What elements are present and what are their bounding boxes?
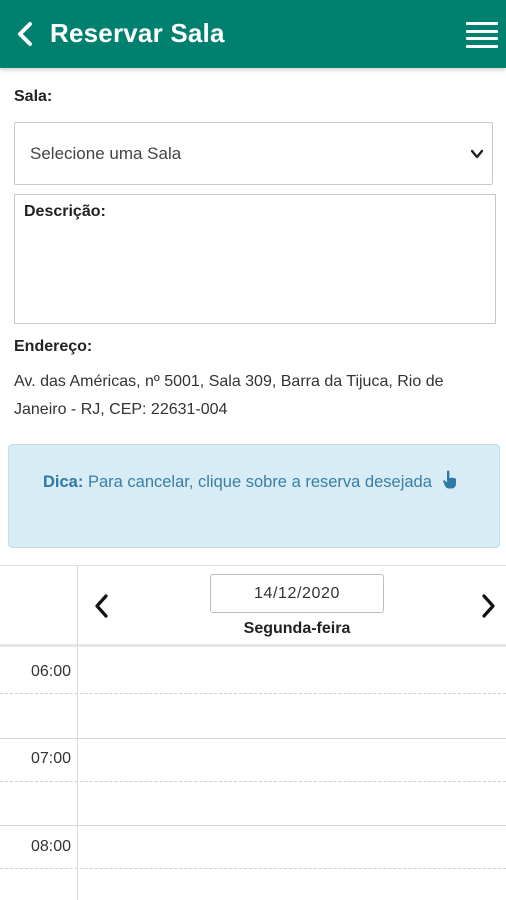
chevron-down-icon — [470, 149, 484, 159]
room-label: Sala: — [14, 88, 53, 105]
next-day-button[interactable] — [474, 590, 502, 622]
time-slot[interactable] — [78, 826, 506, 868]
address-text: Av. das Américas, nº 5001, Sala 309, Bar… — [14, 373, 444, 418]
tip-label: Dica: — [43, 473, 84, 491]
description-label: Descrição: — [24, 203, 106, 220]
hour-label: 07:00 — [30, 750, 71, 767]
time-slot[interactable] — [78, 694, 506, 738]
description-field[interactable]: Descrição: — [14, 194, 496, 324]
chevron-left-icon — [18, 22, 32, 46]
chevron-right-icon — [482, 594, 495, 618]
menu-button[interactable] — [466, 22, 498, 48]
time-slot[interactable] — [78, 739, 506, 781]
time-slot[interactable] — [78, 651, 506, 694]
tip-alert: Dica: Para cancelar, clique sobre a rese… — [8, 444, 500, 548]
weekday-label: Segunda-feira — [243, 620, 351, 637]
time-slot[interactable] — [78, 869, 506, 900]
hour-label: 08:00 — [30, 838, 71, 855]
address-label: Endereço: — [14, 338, 93, 355]
chevron-left-icon — [95, 594, 108, 618]
page-title: Reservar Sala — [50, 18, 225, 48]
back-button[interactable] — [12, 20, 38, 48]
hour-label: 06:00 — [30, 663, 71, 680]
app-header: Reservar Sala — [0, 0, 506, 68]
pointing-hand-icon — [441, 469, 459, 503]
tip-text: Para cancelar, clique sobre a reserva de… — [87, 473, 432, 491]
room-select-value: Selecione uma Sala — [30, 143, 182, 163]
hamburger-menu-icon — [466, 22, 498, 25]
time-slot[interactable] — [78, 782, 506, 825]
room-select[interactable]: Selecione uma Sala — [14, 122, 493, 185]
previous-day-button[interactable] — [88, 590, 116, 622]
date-input[interactable]: 14/12/2020 — [210, 574, 384, 613]
